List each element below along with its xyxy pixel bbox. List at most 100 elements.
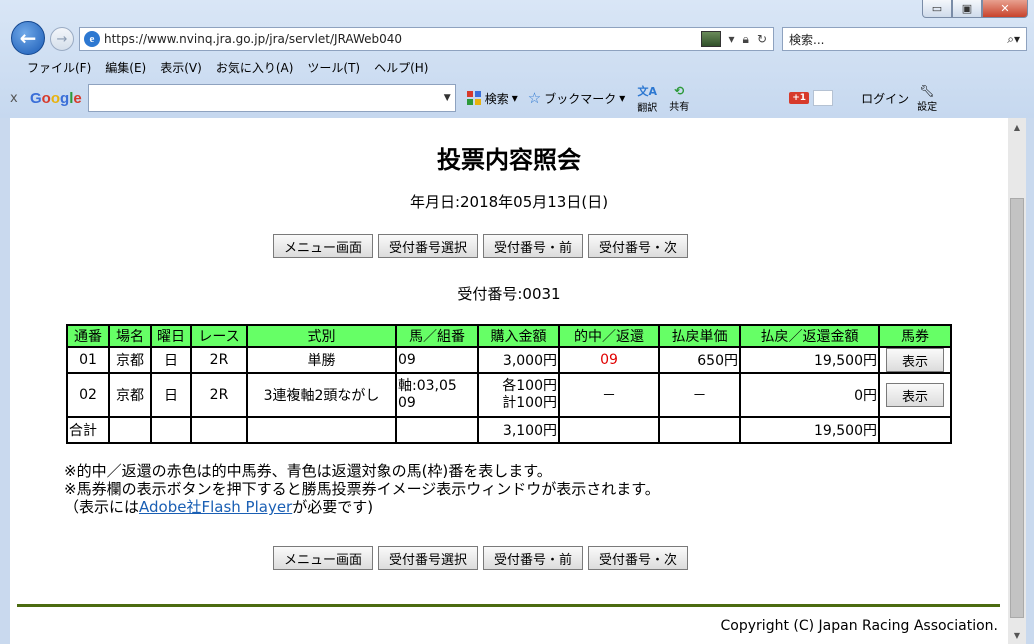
login-link[interactable]: ログイン	[861, 90, 909, 107]
address-tools: ▾ 🔒︎ ↻	[700, 31, 773, 47]
page-content: 投票内容照会 年月日:2018年05月13日(日) メニュー画面 受付番号選択 …	[10, 118, 1008, 644]
address-url[interactable]: https://www.nvinq.jra.go.jp/jra/servlet/…	[104, 32, 701, 46]
restore-button[interactable]: ▣	[952, 0, 982, 18]
minimize-button[interactable]: ▭	[922, 0, 952, 18]
dropdown-icon[interactable]: ▾	[619, 91, 625, 105]
settings-button[interactable]: 🔧︎ 設定	[917, 84, 937, 113]
compatibility-view-icon[interactable]	[700, 31, 721, 47]
menu-help[interactable]: ヘルプ(H)	[367, 59, 435, 76]
combination-line-2: 09	[398, 395, 416, 411]
cell-day: 日	[150, 372, 192, 418]
note-flash-prefix: （表示には	[64, 498, 140, 516]
scroll-down-icon[interactable]: ▼	[1008, 626, 1026, 644]
cell-combination: 軸:03,05 09	[395, 372, 479, 418]
header-unit-payout: 払戻単価	[658, 324, 741, 348]
dropdown-icon[interactable]: ▾	[512, 91, 518, 105]
browser-search-box[interactable]: 検索... ⌕▾	[782, 27, 1027, 51]
scroll-thumb[interactable]	[1010, 198, 1024, 618]
settings-label: 設定	[917, 101, 938, 113]
search-placeholder: 検索...	[789, 32, 825, 47]
total-empty-cell	[878, 416, 952, 444]
google-search-button[interactable]: 検索 ▾	[466, 90, 518, 107]
combination-line-1: 軸:03,05	[398, 378, 457, 394]
menu-favorites[interactable]: お気に入り(A)	[209, 59, 301, 76]
bookmark-button[interactable]: ☆ ブックマーク ▾	[528, 89, 626, 107]
menu-file[interactable]: ファイル(F)	[20, 59, 98, 76]
dropdown-icon[interactable]: ▼	[444, 93, 451, 103]
show-ticket-button[interactable]: 表示	[886, 383, 944, 407]
header-combination: 馬／組番	[395, 324, 479, 348]
share-icon: ⟲	[674, 83, 685, 98]
share-button[interactable]: ⟲ 共有	[669, 84, 689, 113]
next-receipt-button[interactable]: 受付番号・次	[588, 234, 689, 258]
cell-venue: 京都	[108, 372, 152, 418]
header-ticket: 馬券	[878, 324, 952, 348]
bookmark-label: ブックマーク	[544, 91, 617, 106]
search-icon[interactable]: ⌕▾	[1007, 32, 1020, 47]
total-amount: 3,100円	[477, 416, 560, 444]
close-window-button[interactable]: ✕	[982, 0, 1028, 18]
cell-payout: 0円	[739, 372, 880, 418]
google-search-input[interactable]: ▼	[87, 84, 456, 112]
show-ticket-button[interactable]: 表示	[886, 348, 944, 372]
wrench-icon: 🔧︎	[919, 83, 935, 98]
cell-venue: 京都	[108, 346, 152, 374]
forward-button[interactable]: →	[50, 27, 74, 51]
address-bar[interactable]: e https://www.nvinq.jra.go.jp/jra/servle…	[79, 27, 774, 51]
note-flash-suffix: が必要です)	[292, 498, 374, 516]
cell-amount: 3,000円	[477, 346, 560, 374]
forward-arrow-icon: →	[56, 31, 68, 47]
cell-bet-type: 3連複軸2頭ながし	[246, 372, 397, 418]
menu-view[interactable]: 表示(V)	[153, 59, 209, 76]
header-payout: 払戻／返還金額	[739, 324, 880, 348]
bottom-button-row: メニュー画面 受付番号選択 受付番号・前 受付番号・次	[273, 546, 689, 570]
gplus-count-box	[813, 90, 834, 106]
menu-screen-button[interactable]: メニュー画面	[273, 234, 374, 258]
copyright: Copyright (C) Japan Racing Association.	[720, 618, 998, 634]
page-date: 年月日:2018年05月13日(日)	[409, 193, 609, 211]
back-arrow-icon: ←	[19, 26, 37, 50]
select-receipt-button[interactable]: 受付番号選択	[378, 546, 479, 570]
total-empty-cell	[658, 416, 741, 444]
flash-player-link[interactable]: Adobe社Flash Player	[139, 498, 292, 516]
footer-divider	[17, 604, 1000, 607]
note-hit-colors: ※的中／返還の赤色は的中馬券、青色は返還対象の馬(枠)番を表します。	[64, 462, 552, 480]
google-search-label: 検索	[484, 91, 509, 106]
select-receipt-button[interactable]: 受付番号選択	[378, 234, 479, 258]
cell-day: 日	[150, 346, 192, 374]
table-header-row: 通番 場名 曜日 レース 式別 馬／組番 購入金額 的中／返還 払戻単価 払戻／…	[66, 324, 952, 348]
header-no: 通番	[66, 324, 110, 348]
next-receipt-button[interactable]: 受付番号・次	[588, 546, 689, 570]
scroll-up-icon[interactable]: ▲	[1008, 118, 1026, 136]
cell-ticket: 表示	[878, 346, 952, 374]
menu-tools[interactable]: ツール(T)	[300, 59, 367, 76]
prev-receipt-button[interactable]: 受付番号・前	[483, 546, 584, 570]
gplus-button[interactable]: +1	[789, 92, 810, 104]
table-total-row: 合計 3,100円 19,500円	[66, 416, 952, 444]
dropdown-icon[interactable]: ▾	[729, 32, 735, 46]
toolbar-close-icon[interactable]: x	[10, 91, 30, 106]
window-controls: ▭ ▣ ✕	[922, 0, 1028, 18]
prev-receipt-button[interactable]: 受付番号・前	[483, 234, 584, 258]
browser-chrome: ▭ ▣ ✕ ← → e https://www.nvinq.jra.go.jp/…	[0, 0, 1034, 118]
cell-unit-payout: 650円	[658, 346, 741, 374]
table-row: 02 京都 日 2R 3連複軸2頭ながし 軸:03,05 09 各100円 計1…	[66, 372, 952, 418]
amount-line-1: 各100円	[502, 378, 557, 394]
cell-no: 02	[66, 372, 110, 418]
translate-button[interactable]: 文A 翻訳	[637, 83, 657, 114]
total-empty-cell	[558, 416, 660, 444]
cell-hit: 09	[558, 346, 660, 374]
receipt-number: 受付番号:0031	[457, 285, 561, 303]
total-label: 合計	[66, 416, 110, 444]
header-day: 曜日	[150, 324, 192, 348]
menu-edit[interactable]: 編集(E)	[98, 59, 153, 76]
share-label: 共有	[669, 101, 690, 113]
vertical-scrollbar[interactable]: ▲ ▼	[1008, 118, 1026, 644]
amount-line-2: 計100円	[502, 395, 557, 411]
total-empty-cell	[395, 416, 479, 444]
refresh-icon[interactable]: ↻	[757, 32, 767, 46]
header-amount: 購入金額	[477, 324, 560, 348]
menu-screen-button[interactable]: メニュー画面	[273, 546, 374, 570]
back-button[interactable]: ←	[11, 21, 45, 55]
lock-icon[interactable]: 🔒︎	[743, 32, 749, 47]
